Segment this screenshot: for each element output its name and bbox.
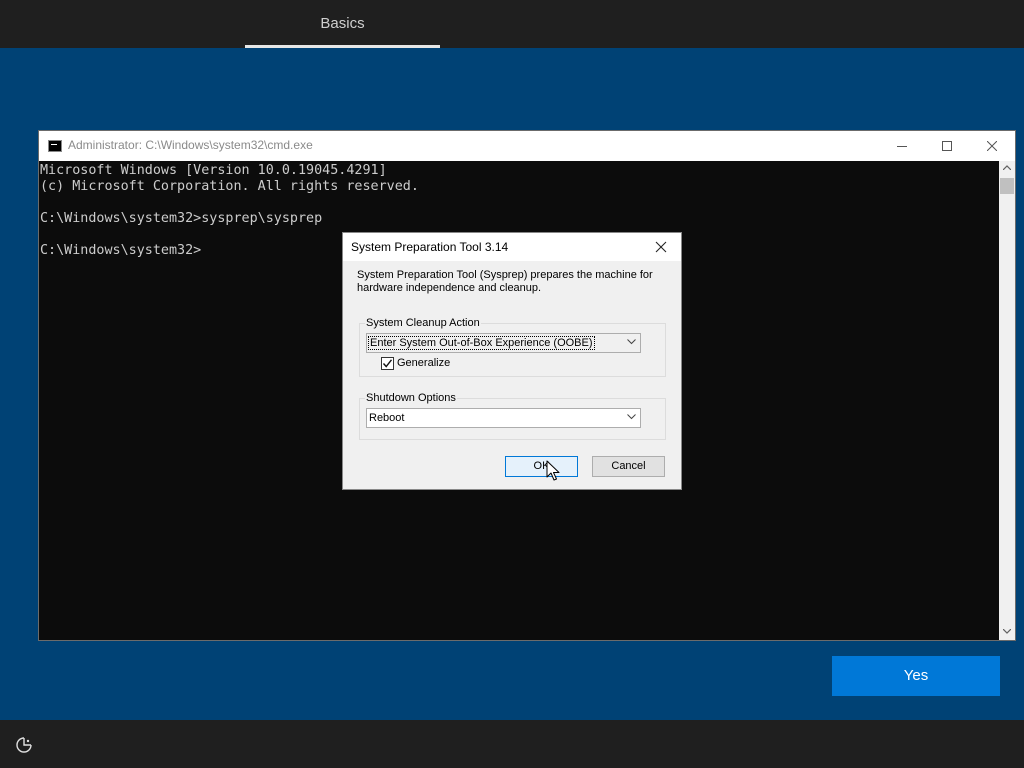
minimize-button[interactable]: [879, 131, 925, 161]
maximize-button[interactable]: [924, 131, 970, 161]
close-icon: [987, 141, 997, 151]
oobe-footer: [0, 720, 1024, 768]
generalize-label[interactable]: Generalize: [397, 357, 450, 369]
dialog-title: System Preparation Tool 3.14: [351, 240, 509, 254]
generalize-checkbox[interactable]: [381, 357, 394, 370]
cmd-titlebar[interactable]: Administrator: C:\Windows\system32\cmd.e…: [39, 131, 1015, 161]
dialog-close-icon[interactable]: [653, 239, 669, 255]
chevron-down-icon: [627, 339, 636, 345]
console-line: (c) Microsoft Corporation. All rights re…: [40, 179, 419, 194]
scroll-up-icon[interactable]: [1003, 165, 1011, 170]
sysprep-dialog: System Preparation Tool 3.14 System Prep…: [342, 232, 682, 490]
cleanup-action-label: System Cleanup Action: [365, 317, 481, 329]
shutdown-options-select[interactable]: Reboot: [366, 408, 641, 428]
maximize-icon: [942, 141, 952, 151]
mouse-cursor-icon: [546, 460, 560, 481]
ok-button[interactable]: OK: [505, 456, 578, 477]
console-line: C:\Windows\system32>sysprep\sysprep: [40, 211, 323, 226]
cmd-window-title: Administrator: C:\Windows\system32\cmd.e…: [68, 138, 313, 152]
dialog-description: System Preparation Tool (Sysprep) prepar…: [357, 269, 653, 294]
yes-button[interactable]: Yes: [832, 656, 1000, 696]
checkmark-icon: [382, 359, 393, 368]
scroll-down-icon[interactable]: [1003, 629, 1011, 634]
dialog-titlebar[interactable]: System Preparation Tool 3.14: [343, 233, 681, 261]
minimize-icon: [897, 146, 907, 147]
console-line: Microsoft Windows [Version 10.0.19045.42…: [40, 163, 387, 178]
tab-active-indicator: [245, 45, 440, 48]
accessibility-icon[interactable]: [14, 735, 34, 755]
console-scrollbar[interactable]: [999, 161, 1015, 640]
cleanup-action-value: Enter System Out-of-Box Experience (OOBE…: [368, 336, 595, 350]
chevron-down-icon: [627, 414, 636, 420]
cancel-button[interactable]: Cancel: [592, 456, 665, 477]
oobe-header: [0, 0, 1024, 48]
close-button[interactable]: [969, 131, 1015, 161]
cleanup-action-select[interactable]: Enter System Out-of-Box Experience (OOBE…: [366, 333, 641, 353]
cmd-app-icon: [48, 140, 62, 152]
tab-basics: Basics: [320, 15, 365, 32]
shutdown-options-value: Reboot: [369, 412, 405, 424]
scroll-thumb[interactable]: [1000, 178, 1014, 194]
shutdown-options-label: Shutdown Options: [365, 392, 457, 404]
